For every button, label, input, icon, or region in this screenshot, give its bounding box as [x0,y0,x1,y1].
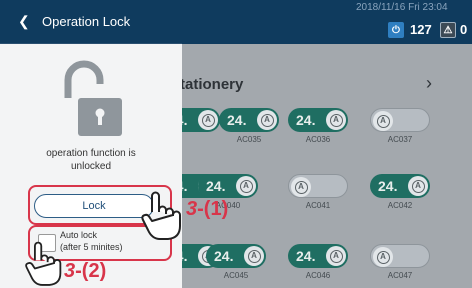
auto-mode-icon: A [257,110,277,130]
step-number: 3 [64,260,76,282]
ac-cell[interactable]: 24. A [198,174,258,198]
auto-lock-label-line2: (after 5 minites) [60,242,123,252]
auto-mode-icon: A [326,246,346,266]
ac-temp: 24. [378,178,398,194]
ac-label: AC046 [305,271,331,280]
auto-mode-icon: A [291,177,311,197]
ac-label: AC047 [387,271,413,280]
group-title: tationery [180,76,244,93]
step-suffix: -(1) [197,198,229,220]
ac-label: AC037 [387,135,413,144]
auto-lock-label: Auto lock (after 5 minites) [60,229,123,253]
ac-cell[interactable]: 24. A [206,244,266,268]
ac-cell[interactable]: A [288,174,348,198]
ac-cell[interactable]: 24. A [219,108,279,132]
ac-temp: 24. [296,248,316,264]
ac-label: AC041 [305,201,331,210]
step-3-1-annotation: 3-(1) [186,198,228,221]
auto-mode-icon: A [373,247,393,267]
unlocked-padlock-icon [64,60,122,136]
lock-status-line2: unlocked [70,161,112,172]
ac-cell[interactable]: 24. A [288,108,348,132]
lock-button[interactable]: Lock [34,194,154,218]
ac-label: AC042 [387,201,413,210]
pointing-hand-icon [141,191,181,240]
power-on-count: 127 [410,22,432,37]
step-suffix: -(2) [75,260,107,282]
ac-cell[interactable]: 24. A [370,174,430,198]
alert-count: 0 [460,22,468,37]
ac-cell[interactable]: A [370,244,430,268]
ac-label: AC036 [305,135,331,144]
back-chevron-icon[interactable]: ❮ [18,13,30,30]
auto-mode-icon: A [236,176,256,196]
datetime: 2018/11/16 Fri 23:04 [356,2,448,13]
power-status-icon: ⏻ [388,22,404,38]
ac-temp: 24. [214,248,234,264]
ac-label: AC035 [236,135,262,144]
lock-status-line1: operation function is [46,148,136,159]
auto-mode-icon: A [198,110,218,130]
panel-header: ❮ Operation Lock [0,0,182,44]
ac-cell[interactable]: 24. A [288,244,348,268]
ac-temp: 24. [227,112,247,128]
alert-icon: ⚠ [440,22,456,38]
ac-temp: 24. [296,112,316,128]
auto-mode-icon: A [373,111,393,131]
ac-label: AC045 [223,271,249,280]
auto-mode-icon: A [408,176,428,196]
auto-mode-icon: A [326,110,346,130]
main-panel: tationery › 24. A 24. A AC035 24. A AC03… [160,44,472,288]
auto-lock-label-line1: Auto lock [60,230,98,240]
lock-status-text: operation function is unlocked [0,147,182,173]
step-number: 3 [186,198,198,220]
step-3-2-annotation: 3-(2) [64,260,106,283]
pointing-hand-icon [25,241,62,286]
ac-temp: 24. [206,178,226,194]
panel-title: Operation Lock [42,14,131,29]
ac-cell[interactable]: A [370,108,430,132]
auto-mode-icon: A [244,246,264,266]
chevron-right-icon[interactable]: › [426,73,432,94]
